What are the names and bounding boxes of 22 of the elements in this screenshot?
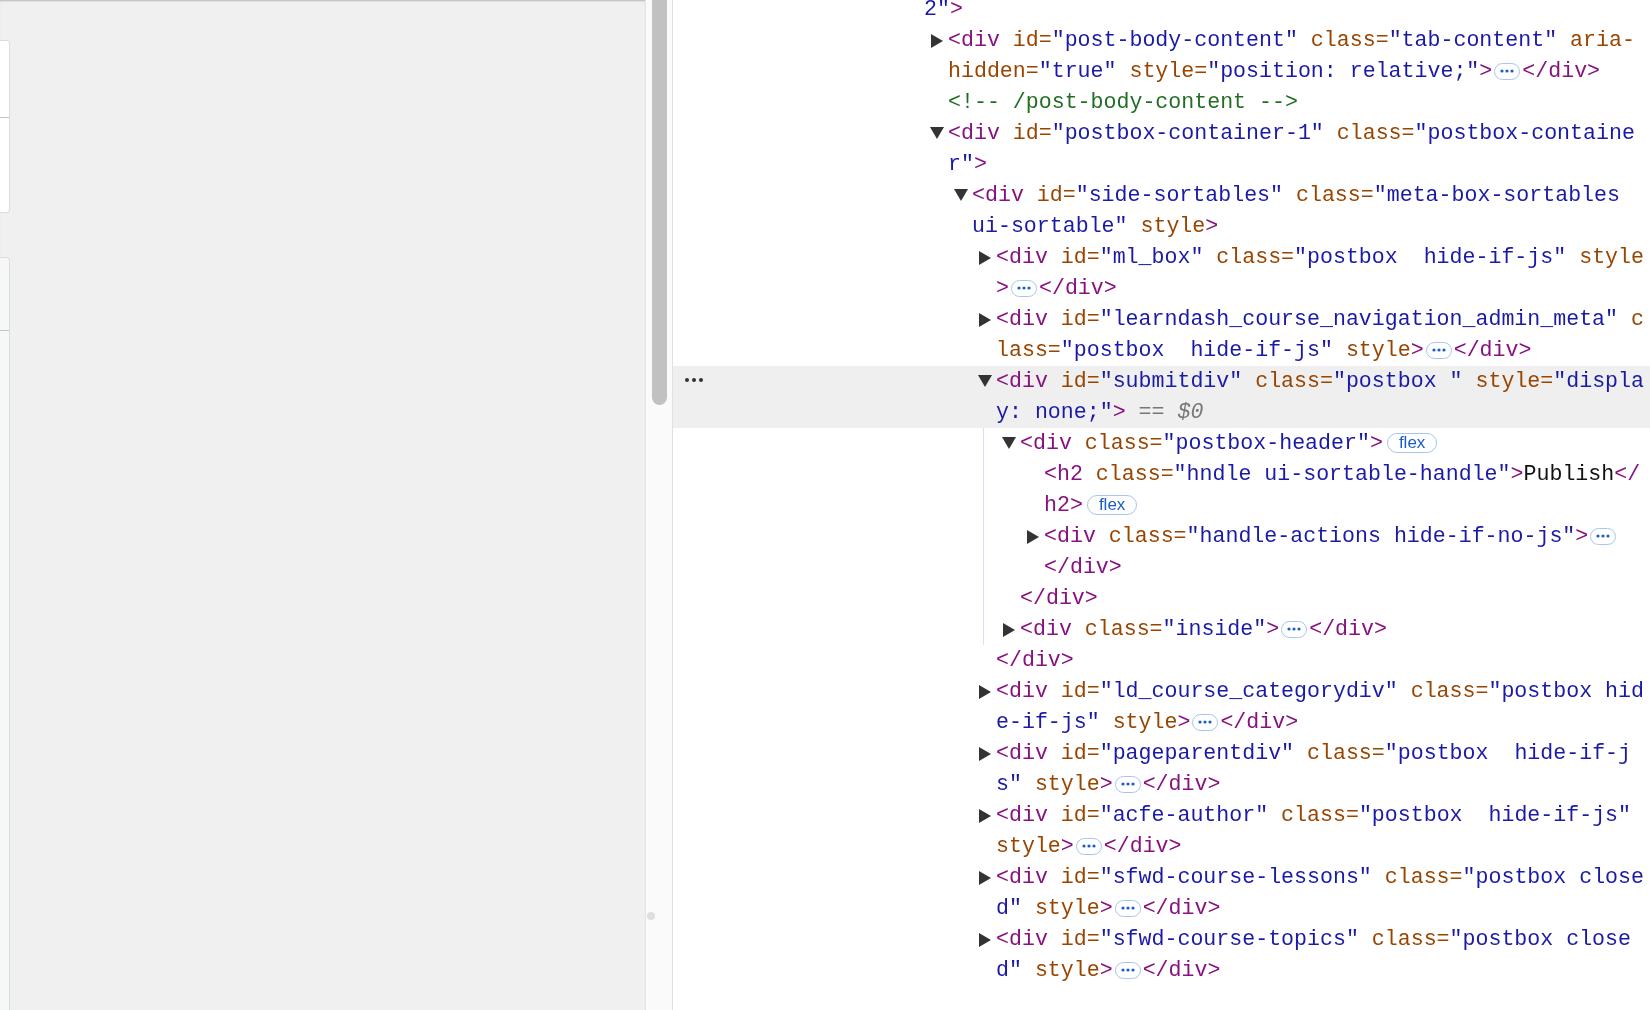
dom-node-line[interactable]: <div id="sfwd-course-topics" class="postbox closed" style> </div>	[996, 924, 1644, 986]
dom-node-line[interactable]: <div id="pageparentdiv" class="postbox hide-if-js" style> </div>	[996, 738, 1644, 800]
dom-node-line[interactable]: <div id="side-sortables" class="meta-box-sortables ui-sortable" style>	[972, 180, 1644, 242]
dom-node-line[interactable]: <div id="postbox-container-1" class="postbox-container">	[948, 118, 1644, 180]
dom-node-line[interactable]: <div class="postbox-header"> flex	[1020, 428, 1644, 459]
dom-node-line[interactable]: <div class="inside"> </div>	[1020, 614, 1644, 645]
dom-node-line[interactable]: <h2 class="hndle ui-sortable-handle">Publish</h2> flex	[1044, 459, 1644, 521]
dom-node-line[interactable]: <div id="ld_course_categorydiv" class="postbox hide-if-js" style> </div>	[996, 676, 1644, 738]
flex-badge[interactable]: flex	[1386, 433, 1438, 454]
dom-node-line[interactable]: <!-- /post-body-content -->	[948, 87, 1644, 118]
dom-node-line[interactable]: <div id="acfe-author" class="postbox hide-if-js" style> </div>	[996, 800, 1644, 862]
dom-node-line[interactable]: <div id="sfwd-course-lessons" class="postbox closed" style> </div>	[996, 862, 1644, 924]
dom-node-line[interactable]: <div class="handle-actions hide-if-no-js"> </div>	[1044, 521, 1644, 583]
flex-badge[interactable]: flex	[1086, 495, 1138, 516]
dom-node-line[interactable]: <div id="post-body-content" class="tab-content" aria-hidden="true" style="position: relative;"> </div>	[948, 25, 1644, 87]
dom-node-line[interactable]: 2">	[924, 0, 1644, 25]
selected-node-row[interactable]: <div id="submitdiv" class="postbox " style="display: none;"> == $0	[673, 366, 1650, 428]
dom-node-line[interactable]: <div id="learndash_course_navigation_admin_meta" class="postbox hide-if-js" style> </div>	[996, 304, 1644, 366]
dom-node-line[interactable]: </div>	[1020, 583, 1644, 614]
dom-node-line[interactable]: </div>	[996, 645, 1644, 676]
dom-node-line[interactable]: <div id="submitdiv" class="postbox " style="display: none;"> == $0	[996, 366, 1644, 428]
dom-node-line[interactable]: <div id="ml_box" class="postbox hide-if-js" style > </div>	[996, 242, 1644, 304]
